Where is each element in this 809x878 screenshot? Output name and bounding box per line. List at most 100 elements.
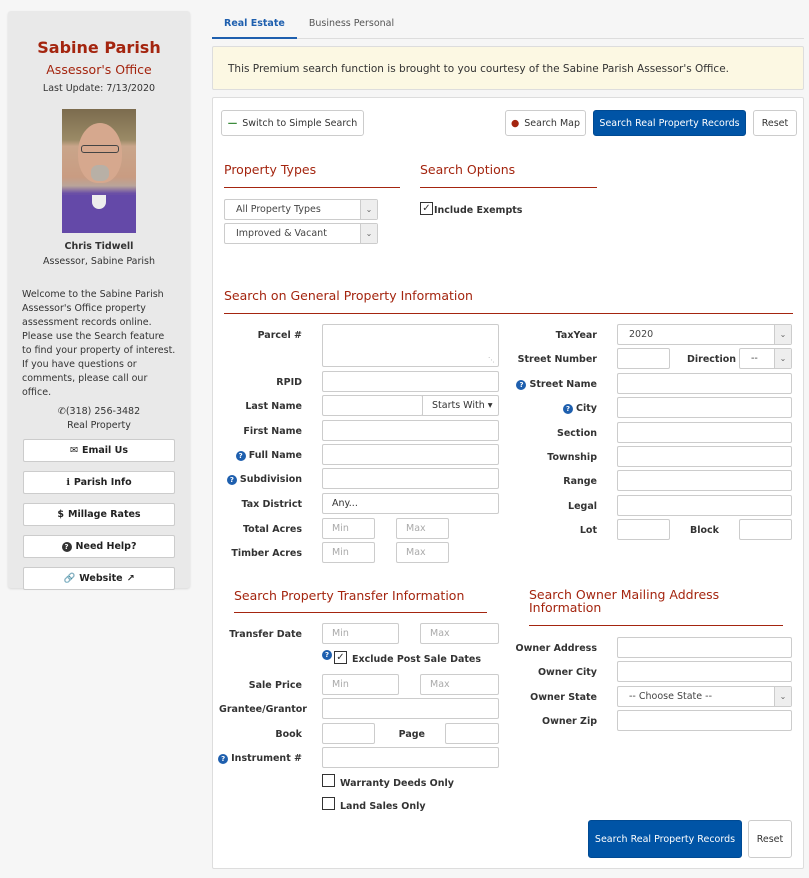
rpid-input[interactable] xyxy=(322,371,499,392)
improvement-select[interactable]: Improved & Vacant ⌄ xyxy=(224,223,378,244)
tax-district-select[interactable]: Any... xyxy=(322,493,499,514)
instrument-label: ? Instrument # xyxy=(213,753,302,764)
total-acres-min[interactable]: Min xyxy=(322,518,375,539)
street-name-input[interactable] xyxy=(617,373,792,394)
sale-price-min[interactable]: Min xyxy=(322,674,399,695)
instrument-input[interactable] xyxy=(322,747,499,768)
warranty-deeds-checkbox[interactable] xyxy=(322,774,335,787)
help-icon[interactable]: ? xyxy=(226,474,237,485)
city-input[interactable] xyxy=(617,397,792,418)
last-name-input[interactable] xyxy=(322,395,423,416)
page-input[interactable] xyxy=(445,723,499,744)
phone-icon: ✆ xyxy=(57,406,66,417)
lot-label: Lot xyxy=(579,525,597,536)
full-name-label: ? Full Name xyxy=(213,450,302,461)
chevron-down-icon: ⌄ xyxy=(774,687,791,706)
street-name-label: ? Street Name xyxy=(503,379,597,390)
help-icon[interactable]: ? xyxy=(235,450,246,461)
transfer-date-min[interactable]: Min xyxy=(322,623,399,644)
office-subtitle: Assessor's Office xyxy=(46,62,152,77)
assessor-role: Assessor, Sabine Parish xyxy=(43,256,155,267)
land-sales-checkbox[interactable] xyxy=(322,797,335,810)
page-label: Page xyxy=(398,729,425,740)
grantee-grantor-input[interactable] xyxy=(322,698,499,719)
welcome-text: Welcome to the Sabine Parish Assessor's … xyxy=(22,289,176,398)
full-name-input[interactable] xyxy=(322,444,499,465)
range-input[interactable] xyxy=(617,470,792,491)
block-input[interactable] xyxy=(739,519,792,540)
search-map-button[interactable]: ● Search Map xyxy=(505,110,586,136)
owner-city-input[interactable] xyxy=(617,661,792,682)
dollar-icon: $ xyxy=(57,509,65,520)
property-type-select[interactable]: All Property Types ⌄ xyxy=(224,199,378,220)
owner-zip-input[interactable] xyxy=(617,710,792,731)
tax-year-select[interactable]: 2020 ⌄ xyxy=(617,324,792,345)
sidebar: Sabine Parish Assessor's Office Last Upd… xyxy=(8,11,190,590)
email-us-button[interactable]: ✉ Email Us xyxy=(23,439,175,462)
search-panel: — Switch to Simple Search ● Search Map Sea… xyxy=(212,97,804,869)
rpid-label: RPID xyxy=(276,377,302,388)
parcel-input[interactable]: ⋱ xyxy=(322,324,499,367)
township-input[interactable] xyxy=(617,446,792,467)
parcel-label: Parcel # xyxy=(257,330,302,341)
section-label: Section xyxy=(556,428,597,439)
street-number-label: Street Number xyxy=(517,354,597,365)
transfer-date-label: Transfer Date xyxy=(229,629,302,640)
lot-input[interactable] xyxy=(617,519,670,540)
include-exempts-checkbox[interactable]: ✓ xyxy=(420,202,433,215)
chevron-down-icon: ⌄ xyxy=(774,325,791,344)
subdivision-input[interactable] xyxy=(322,468,499,489)
footer-search-button[interactable]: Search Real Property Records xyxy=(588,820,742,858)
info-icon: i xyxy=(66,477,70,488)
general-info-heading: Search on General Property Information xyxy=(224,288,793,314)
tab-real-estate[interactable]: Real Estate xyxy=(212,11,297,39)
footer-reset-button[interactable]: Reset xyxy=(748,820,792,858)
legal-input[interactable] xyxy=(617,495,792,516)
assessor-photo xyxy=(62,109,136,233)
direction-select[interactable]: -- ⌄ xyxy=(739,348,792,369)
exclude-post-sale-checkbox[interactable]: ✓ xyxy=(334,651,347,664)
property-types-heading: Property Types xyxy=(224,162,400,188)
timber-acres-max[interactable]: Max xyxy=(396,542,449,563)
caret-down-icon: ▾ xyxy=(487,400,493,411)
tab-business-personal[interactable]: Business Personal xyxy=(297,11,406,39)
tax-year-label: TaxYear xyxy=(555,330,597,341)
millage-rates-button[interactable]: $ Millage Rates xyxy=(23,503,175,526)
subdivision-label: ? Subdivision xyxy=(213,474,302,485)
map-marker-icon: ● xyxy=(510,117,520,129)
last-name-mode-dropdown[interactable]: Starts With ▾ xyxy=(422,395,499,416)
sale-price-max[interactable]: Max xyxy=(420,674,499,695)
warranty-deeds-label: Warranty Deeds Only xyxy=(340,778,454,789)
link-icon: 🔗 xyxy=(63,573,76,584)
tab-bar: Real Estate Business Personal xyxy=(212,11,804,39)
chevron-down-icon: ⌄ xyxy=(360,200,377,219)
help-icon[interactable]: ? xyxy=(218,753,229,764)
timber-acres-min[interactable]: Min xyxy=(322,542,375,563)
reset-button[interactable]: Reset xyxy=(753,110,797,136)
total-acres-max[interactable]: Max xyxy=(396,518,449,539)
direction-label: Direction xyxy=(687,354,736,365)
help-icon[interactable]: ? xyxy=(322,650,332,660)
external-link-icon: ↗ xyxy=(126,573,135,584)
help-icon[interactable]: ? xyxy=(563,403,574,414)
legal-label: Legal xyxy=(568,501,597,512)
section-input[interactable] xyxy=(617,422,792,443)
owner-state-select[interactable]: -- Choose State -- ⌄ xyxy=(617,686,792,707)
resize-handle-icon: ⋱ xyxy=(488,356,495,364)
book-label: Book xyxy=(275,729,302,740)
transfer-date-max[interactable]: Max xyxy=(420,623,499,644)
street-number-input[interactable] xyxy=(617,348,670,369)
switch-simple-search-button[interactable]: — Switch to Simple Search xyxy=(221,110,364,136)
book-input[interactable] xyxy=(322,723,375,744)
help-icon[interactable]: ? xyxy=(516,379,527,390)
owner-address-input[interactable] xyxy=(617,637,792,658)
first-name-input[interactable] xyxy=(322,420,499,441)
website-button[interactable]: 🔗 Website ↗ xyxy=(23,567,175,590)
need-help-button[interactable]: ? Need Help? xyxy=(23,535,175,558)
grantee-grantor-label: Grantee/Grantor xyxy=(219,704,307,715)
last-update: Last Update: 7/13/2020 xyxy=(42,83,156,94)
timber-acres-label: Timber Acres xyxy=(231,548,302,559)
parish-info-button[interactable]: i Parish Info xyxy=(23,471,175,494)
total-acres-label: Total Acres xyxy=(242,524,302,535)
search-records-button[interactable]: Search Real Property Records xyxy=(593,110,746,136)
